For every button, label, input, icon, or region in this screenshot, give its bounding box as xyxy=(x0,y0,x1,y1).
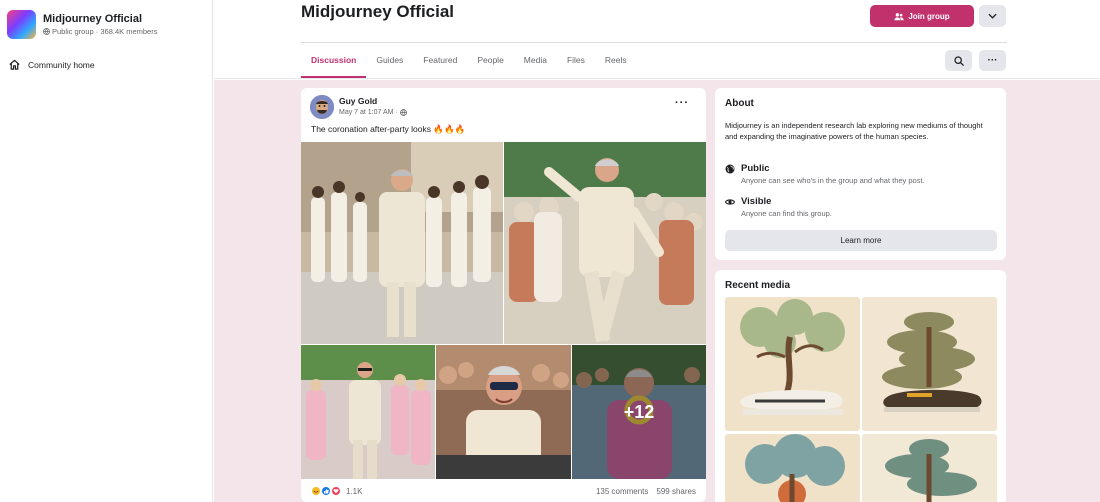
photo-2-art xyxy=(504,142,706,344)
group-header-bar: Midjourney Official Join group Discussio… xyxy=(214,0,1100,79)
post-text-body: The coronation after-party looks xyxy=(311,124,432,134)
more-photos-overlay[interactable]: +12 xyxy=(572,345,706,479)
recent-media-2-art xyxy=(862,297,997,431)
avatar-illustration xyxy=(310,95,334,119)
privacy-public-row: Public Anyone can see who's in the group… xyxy=(725,163,925,185)
tab-files[interactable]: Files xyxy=(557,43,595,78)
author-avatar[interactable] xyxy=(310,95,334,119)
photo-3-art xyxy=(301,345,435,479)
public-subtitle: Anyone can see who's in the group and wh… xyxy=(741,176,925,185)
post-photo-2[interactable] xyxy=(504,142,706,344)
join-group-label: Join group xyxy=(908,11,950,21)
recent-media-1[interactable] xyxy=(725,297,860,431)
privacy-public-text: Public Anyone can see who's in the group… xyxy=(741,163,925,185)
page-title: Midjourney Official xyxy=(301,2,455,21)
join-group-button[interactable]: Join group xyxy=(870,5,974,27)
tab-reels[interactable]: Reels xyxy=(595,43,637,78)
learn-more-button[interactable]: Learn more xyxy=(725,230,997,251)
search-button[interactable] xyxy=(945,50,972,71)
group-subtitle: Public group · 368.4K members xyxy=(43,27,157,36)
ellipsis-icon: ··· xyxy=(987,55,998,66)
about-card: About Midjourney is an independent resea… xyxy=(715,88,1006,260)
post-photo-4[interactable] xyxy=(436,345,571,479)
recent-media-3[interactable] xyxy=(725,434,860,502)
community-home-label: Community home xyxy=(28,59,95,70)
recent-media-card: Recent media xyxy=(715,270,1006,502)
love-reaction-icon xyxy=(331,486,341,496)
globe-icon xyxy=(43,28,50,35)
comments-count[interactable]: 135 comments xyxy=(596,487,648,496)
reaction-count: 1.1K xyxy=(346,486,363,496)
search-icon xyxy=(953,55,964,66)
post-timestamp: May 7 at 1:07 AM · xyxy=(339,109,407,116)
globe-icon xyxy=(399,109,407,116)
recent-media-1-art xyxy=(725,297,860,431)
post-photo-1[interactable] xyxy=(301,142,503,344)
recent-media-3-art xyxy=(725,434,860,502)
community-home-link[interactable]: Community home xyxy=(8,58,95,71)
public-title: Public xyxy=(741,163,770,174)
post-text: The coronation after-party looks 🔥🔥🔥 xyxy=(311,124,465,135)
chevron-down-icon xyxy=(988,13,997,19)
like-reaction-icon xyxy=(321,486,331,496)
tab-featured[interactable]: Featured xyxy=(413,43,467,78)
tab-people[interactable]: People xyxy=(467,43,513,78)
visibility-text: Visible Anyone can find this group. xyxy=(741,196,832,218)
visible-subtitle: Anyone can find this group. xyxy=(741,209,832,218)
about-description: Midjourney is an independent research la… xyxy=(725,121,983,141)
haha-reaction-icon xyxy=(311,486,321,496)
group-subtitle-text: Public group · 368.4K members xyxy=(52,27,158,36)
post-photo-5[interactable]: +12 xyxy=(572,345,706,479)
post-time-text[interactable]: May 7 at 1:07 AM · xyxy=(339,109,398,116)
photo-4-art xyxy=(436,345,571,479)
more-options-button[interactable]: ··· xyxy=(979,50,1006,71)
group-header[interactable]: Midjourney Official Public group · 368.4… xyxy=(7,10,157,39)
post-card: Guy Gold May 7 at 1:07 AM · ··· The coro… xyxy=(301,88,706,502)
group-meta: Midjourney Official Public group · 368.4… xyxy=(43,13,157,36)
shares-count[interactable]: 599 shares xyxy=(656,487,696,496)
post-author[interactable]: Guy Gold xyxy=(339,96,377,106)
tab-discussion[interactable]: Discussion xyxy=(301,43,367,78)
group-thumbnail[interactable] xyxy=(7,10,36,39)
tab-media[interactable]: Media xyxy=(514,43,557,78)
group-name[interactable]: Midjourney Official xyxy=(43,13,157,25)
recent-media-4-art xyxy=(862,434,997,502)
post-options-button[interactable]: ··· xyxy=(675,97,689,109)
group-tabs: Discussion Guides Featured People Media … xyxy=(301,43,637,78)
globe-icon xyxy=(725,164,735,174)
recent-media-4[interactable] xyxy=(862,434,997,502)
eye-icon xyxy=(725,199,735,205)
photo-1-art xyxy=(301,142,503,344)
home-icon xyxy=(9,59,20,70)
left-sidebar: Midjourney Official Public group · 368.4… xyxy=(0,0,213,502)
fire-emoji: 🔥🔥🔥 xyxy=(433,124,466,134)
recent-media-title: Recent media xyxy=(725,280,791,291)
visible-title: Visible xyxy=(741,196,772,207)
people-icon xyxy=(894,12,904,20)
visibility-row: Visible Anyone can find this group. xyxy=(725,196,832,218)
about-title: About xyxy=(725,98,754,109)
group-options-dropdown[interactable] xyxy=(979,5,1006,27)
post-photo-3[interactable] xyxy=(301,345,435,479)
recent-media-2[interactable] xyxy=(862,297,997,431)
tab-guides[interactable]: Guides xyxy=(366,43,413,78)
reaction-summary[interactable]: 1.1K xyxy=(311,486,362,496)
post-stats: 135 comments 599 shares xyxy=(596,487,696,496)
